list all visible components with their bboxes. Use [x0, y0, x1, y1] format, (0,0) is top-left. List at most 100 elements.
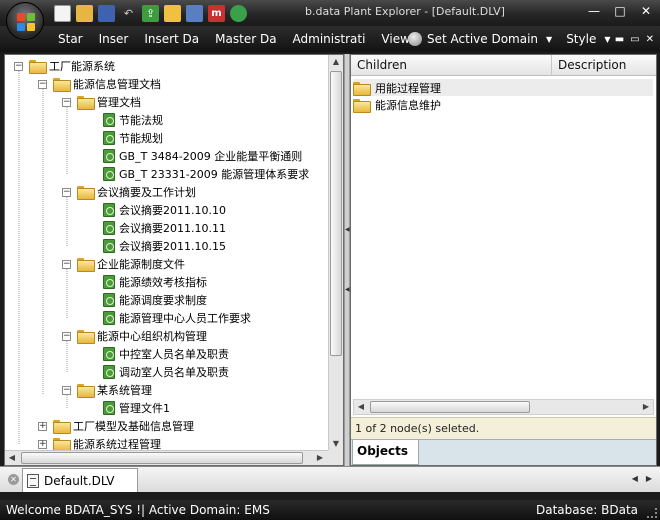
- column-description[interactable]: Description: [552, 55, 656, 76]
- tree-vertical-scrollbar[interactable]: ▲ ▼: [328, 55, 343, 451]
- save-icon[interactable]: [98, 4, 115, 22]
- document-icon: [103, 131, 115, 145]
- tree-node[interactable]: 节能规划: [103, 130, 163, 146]
- menu-start[interactable]: Star: [58, 32, 83, 46]
- children-horizontal-scrollbar[interactable]: ◀ ▶: [353, 399, 654, 415]
- collapse-icon[interactable]: −: [62, 259, 71, 269]
- tree-node-label: 调动室人员名单及职责: [119, 366, 229, 379]
- style-menu[interactable]: Style: [566, 32, 596, 46]
- collapse-icon[interactable]: −: [38, 79, 47, 89]
- tree-node[interactable]: − 能源中心组织机构管理: [62, 328, 207, 344]
- tree-node[interactable]: 中控室人员名单及职责: [103, 346, 229, 362]
- tree-node-label: GB_T 23331-2009 能源管理体系要求: [119, 168, 310, 181]
- tree-node[interactable]: 节能法规: [103, 112, 163, 128]
- chevron-down-icon[interactable]: ▼: [604, 35, 610, 44]
- scroll-down-icon[interactable]: ▼: [329, 437, 343, 451]
- list-item[interactable]: 能源信息维护: [353, 96, 653, 113]
- tree-node-label: 会议摘要2011.10.10: [119, 204, 226, 217]
- panel-tab-strip: Objects: [351, 439, 656, 465]
- folder-icon[interactable]: [164, 4, 181, 22]
- mdi-minimize-button[interactable]: ▬: [615, 34, 624, 45]
- tab-label: Default.DLV: [44, 473, 115, 488]
- export-icon[interactable]: ⇪: [142, 4, 159, 22]
- application-menu-button[interactable]: [6, 2, 44, 40]
- collapse-icon[interactable]: −: [14, 61, 23, 71]
- tree-node[interactable]: − 会议摘要及工作计划: [62, 184, 196, 200]
- tree-node[interactable]: 能源绩效考核指标: [103, 274, 207, 290]
- collapse-left-icon[interactable]: ◀: [345, 226, 350, 233]
- scroll-up-icon[interactable]: ▲: [329, 55, 343, 69]
- tree-node[interactable]: + 工厂模型及基础信息管理: [38, 418, 194, 434]
- menu-administration[interactable]: Administrati: [293, 32, 366, 46]
- window-controls: — □ ✕: [586, 3, 654, 19]
- scroll-thumb[interactable]: [21, 452, 303, 464]
- tab-objects[interactable]: Objects: [352, 440, 420, 465]
- chevron-down-icon[interactable]: ▼: [546, 35, 552, 44]
- close-document-icon[interactable]: ✕: [8, 474, 19, 485]
- tab-default-dlv[interactable]: Default.DLV: [22, 468, 138, 492]
- mdi-close-button[interactable]: ✕: [646, 34, 654, 45]
- collapse-right-icon[interactable]: ◀: [345, 286, 350, 293]
- scroll-left-icon[interactable]: ◀: [354, 400, 368, 414]
- scroll-right-icon[interactable]: ▶: [639, 400, 653, 414]
- document-tab-bar: ✕ Default.DLV ◀ ▶: [0, 466, 660, 492]
- scroll-thumb[interactable]: [370, 401, 530, 413]
- tree-node[interactable]: − 工厂能源系统: [14, 58, 115, 74]
- menu-insert-data[interactable]: Insert Da: [144, 32, 199, 46]
- scroll-left-icon[interactable]: ◀: [5, 451, 19, 465]
- maximize-button[interactable]: □: [612, 3, 628, 19]
- expand-icon[interactable]: +: [38, 421, 47, 431]
- undo-icon[interactable]: ↶: [120, 5, 137, 22]
- m-icon[interactable]: m: [208, 4, 225, 22]
- collapse-icon[interactable]: −: [62, 385, 71, 395]
- close-button[interactable]: ✕: [638, 3, 654, 19]
- column-children[interactable]: Children: [351, 55, 552, 76]
- monitor-icon[interactable]: [230, 4, 247, 22]
- title-bar: ↶ ⇪ m b.data Plant Explorer - [Default.D…: [0, 0, 660, 26]
- scroll-right-icon[interactable]: ▶: [313, 451, 327, 465]
- tree-node[interactable]: 会议摘要2011.10.15: [103, 238, 226, 254]
- open-folder-icon[interactable]: [76, 4, 93, 22]
- minimize-button[interactable]: —: [586, 3, 602, 19]
- tree-horizontal-scrollbar[interactable]: ◀ ▶: [5, 450, 329, 465]
- children-panel: Children Description 用能过程管理 能源信息维护 ◀ ▶ 1…: [350, 54, 657, 466]
- menu-view[interactable]: View: [381, 32, 409, 46]
- mdi-restore-button[interactable]: ▭: [630, 34, 639, 45]
- tab-prev-icon[interactable]: ◀: [632, 474, 638, 483]
- tab-next-icon[interactable]: ▶: [646, 474, 652, 483]
- tree-node[interactable]: 调动室人员名单及职责: [103, 364, 229, 380]
- menu-insert[interactable]: Inser: [99, 32, 129, 46]
- windows-logo-icon: [17, 13, 35, 31]
- tree-node[interactable]: 能源管理中心人员工作要求: [103, 310, 251, 326]
- collapse-icon[interactable]: −: [62, 187, 71, 197]
- set-active-domain-menu[interactable]: Set Active Domain: [427, 32, 538, 46]
- tree-node-label: 中控室人员名单及职责: [119, 348, 229, 361]
- tree-node[interactable]: 能源调度要求制度: [103, 292, 207, 308]
- collapse-icon[interactable]: −: [62, 331, 71, 341]
- tree-node[interactable]: − 管理文档: [62, 94, 141, 110]
- expand-icon[interactable]: +: [38, 439, 47, 449]
- tree-node[interactable]: GB_T 23331-2009 能源管理体系要求: [103, 166, 309, 182]
- connect-icon[interactable]: [186, 4, 203, 22]
- tree-node[interactable]: − 企业能源制度文件: [62, 256, 185, 272]
- folder-icon: [77, 258, 95, 272]
- resize-grip-icon[interactable]: [647, 508, 657, 518]
- tree-node-label: 工厂模型及基础信息管理: [73, 420, 194, 433]
- document-icon: [103, 239, 115, 253]
- window-title: b.data Plant Explorer - [Default.DLV]: [305, 5, 505, 18]
- tree-node[interactable]: − 能源信息管理文档: [38, 76, 161, 92]
- list-item[interactable]: 用能过程管理: [353, 79, 653, 96]
- document-icon: [27, 473, 39, 488]
- tree-node-label: GB_T 3484-2009 企业能量平衡通则: [119, 150, 303, 163]
- tree-node[interactable]: 会议摘要2011.10.10: [103, 202, 226, 218]
- folder-icon: [53, 78, 71, 92]
- tree-node[interactable]: 管理文件1: [103, 400, 170, 416]
- new-file-icon[interactable]: [54, 4, 71, 22]
- scroll-thumb[interactable]: [330, 71, 342, 356]
- tree-node[interactable]: 会议摘要2011.10.11: [103, 220, 226, 236]
- tree-node[interactable]: − 某系统管理: [62, 382, 152, 398]
- collapse-icon[interactable]: −: [62, 97, 71, 107]
- status-database: Database: BData: [536, 503, 638, 517]
- menu-master-data[interactable]: Master Da: [215, 32, 276, 46]
- tree-node[interactable]: GB_T 3484-2009 企业能量平衡通则: [103, 148, 302, 164]
